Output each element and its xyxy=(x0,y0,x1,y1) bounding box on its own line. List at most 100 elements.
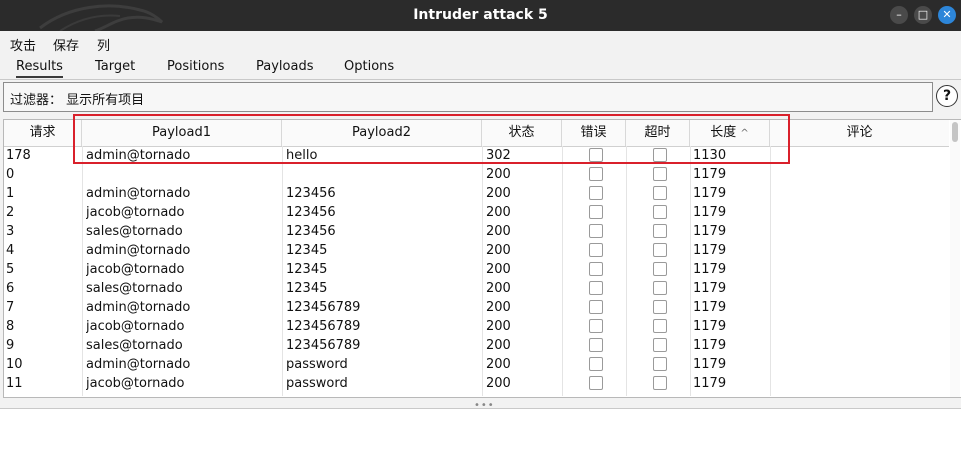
cell-payload2: 123456 xyxy=(286,205,336,220)
error-checkbox xyxy=(589,281,603,295)
detail-pane xyxy=(0,408,961,476)
column-request[interactable]: 请求 xyxy=(4,120,82,146)
cell-length: 1179 xyxy=(693,186,727,201)
cell-status: 200 xyxy=(486,186,511,201)
cell-payload1: sales@tornado xyxy=(86,281,183,296)
cell-request: 6 xyxy=(6,281,15,296)
cell-payload1: jacob@tornado xyxy=(86,205,185,220)
cell-payload1: admin@tornado xyxy=(86,243,191,258)
cell-payload1: jacob@tornado xyxy=(86,376,185,391)
column-error[interactable]: 错误 xyxy=(562,120,626,146)
minimize-button[interactable]: – xyxy=(890,6,908,24)
table-row[interactable]: 4 admin@tornado 12345 200 1179 xyxy=(4,241,949,260)
column-timeout[interactable]: 超时 xyxy=(626,120,690,146)
cell-length: 1179 xyxy=(693,300,727,315)
timeout-checkbox xyxy=(653,262,667,276)
cell-payload1: admin@tornado xyxy=(86,357,191,372)
cell-request: 10 xyxy=(6,357,23,372)
cell-length: 1179 xyxy=(693,319,727,334)
error-checkbox xyxy=(589,300,603,314)
cell-status: 200 xyxy=(486,357,511,372)
timeout-checkbox xyxy=(653,224,667,238)
error-checkbox xyxy=(589,186,603,200)
table-row[interactable]: 7 admin@tornado 123456789 200 1179 xyxy=(4,298,949,317)
cell-payload1: admin@tornado xyxy=(86,148,191,163)
cell-length: 1130 xyxy=(693,148,727,163)
cell-length: 1179 xyxy=(693,338,727,353)
error-checkbox xyxy=(589,357,603,371)
table-row[interactable]: 5 jacob@tornado 12345 200 1179 xyxy=(4,260,949,279)
cell-status: 200 xyxy=(486,224,511,239)
filter-value: 显示所有项目 xyxy=(66,93,145,108)
table-row[interactable]: 11 jacob@tornado password 200 1179 xyxy=(4,374,949,393)
cell-payload2: 123456789 xyxy=(286,319,361,334)
cell-payload2 xyxy=(286,165,480,184)
error-checkbox xyxy=(589,148,603,162)
tab-positions[interactable]: Positions xyxy=(167,59,224,74)
cell-status: 200 xyxy=(486,262,511,277)
table-row[interactable]: 1 admin@tornado 123456 200 1179 xyxy=(4,184,949,203)
scrollbar-thumb[interactable] xyxy=(952,122,958,142)
table-row[interactable]: 2 jacob@tornado 123456 200 1179 xyxy=(4,203,949,222)
close-icon: ✕ xyxy=(942,8,952,21)
timeout-checkbox xyxy=(653,281,667,295)
timeout-checkbox xyxy=(653,376,667,390)
cell-payload1 xyxy=(86,165,280,184)
cell-length: 1179 xyxy=(693,205,727,220)
menu-attack[interactable]: 攻击 xyxy=(10,35,36,54)
window-title: Intruder attack 5 xyxy=(413,7,548,23)
cell-status: 200 xyxy=(486,338,511,353)
column-length-label: 长度 xyxy=(710,125,737,140)
menu-save[interactable]: 保存 xyxy=(53,35,79,54)
table-row[interactable]: 6 sales@tornado 12345 200 1179 xyxy=(4,279,949,298)
table-row[interactable]: 178 admin@tornado hello 302 1130 xyxy=(4,146,949,165)
table-row[interactable]: 10 admin@tornado password 200 1179 xyxy=(4,355,949,374)
cell-payload2: 123456789 xyxy=(286,300,361,315)
timeout-checkbox xyxy=(653,167,667,181)
error-checkbox xyxy=(589,376,603,390)
table-row[interactable]: 9 sales@tornado 123456789 200 1179 xyxy=(4,336,949,355)
cell-payload1: jacob@tornado xyxy=(86,262,185,277)
help-icon: ? xyxy=(942,88,952,104)
cell-payload2: hello xyxy=(286,148,318,163)
results-table: 请求 Payload1 Payload2 状态 错误 超时 长度 ^ 评论 17… xyxy=(3,119,961,398)
cell-status: 302 xyxy=(486,148,511,163)
timeout-checkbox xyxy=(653,243,667,257)
column-payload1[interactable]: Payload1 xyxy=(82,120,282,146)
error-checkbox xyxy=(589,243,603,257)
close-button[interactable]: ✕ xyxy=(938,6,956,24)
error-checkbox xyxy=(589,262,603,276)
cell-request: 9 xyxy=(6,338,15,353)
filter-bar[interactable]: 过滤器： 显示所有项目 xyxy=(3,82,933,112)
tab-options[interactable]: Options xyxy=(344,59,394,74)
table-row[interactable]: 8 jacob@tornado 123456789 200 1179 xyxy=(4,317,949,336)
tab-target[interactable]: Target xyxy=(95,59,135,74)
cell-payload1: admin@tornado xyxy=(86,300,191,315)
menu-columns[interactable]: 列 xyxy=(97,35,110,54)
column-length[interactable]: 长度 ^ xyxy=(690,120,770,146)
maximize-button[interactable]: □ xyxy=(914,6,932,24)
help-button[interactable]: ? xyxy=(936,85,958,107)
column-status[interactable]: 状态 xyxy=(482,120,562,146)
cell-payload2: 123456789 xyxy=(286,338,361,353)
cell-payload2: 12345 xyxy=(286,281,328,296)
cell-length: 1179 xyxy=(693,243,727,258)
cell-length: 1179 xyxy=(693,262,727,277)
table-row[interactable]: 0 200 1179 xyxy=(4,165,949,184)
filter-label: 过滤器： xyxy=(10,93,63,108)
cell-request: 5 xyxy=(6,262,15,277)
table-row[interactable]: 3 sales@tornado 123456 200 1179 xyxy=(4,222,949,241)
timeout-checkbox xyxy=(653,205,667,219)
vertical-scrollbar[interactable] xyxy=(950,120,960,397)
column-payload2[interactable]: Payload2 xyxy=(282,120,482,146)
timeout-checkbox xyxy=(653,148,667,162)
cell-payload1: sales@tornado xyxy=(86,224,183,239)
cell-request: 11 xyxy=(6,376,23,391)
tab-results[interactable]: Results xyxy=(16,59,63,78)
cell-status: 200 xyxy=(486,319,511,334)
cell-length: 1179 xyxy=(693,224,727,239)
cell-status: 200 xyxy=(486,300,511,315)
tab-payloads[interactable]: Payloads xyxy=(256,59,313,74)
column-comment[interactable]: 评论 xyxy=(770,120,949,146)
cell-request: 7 xyxy=(6,300,15,315)
